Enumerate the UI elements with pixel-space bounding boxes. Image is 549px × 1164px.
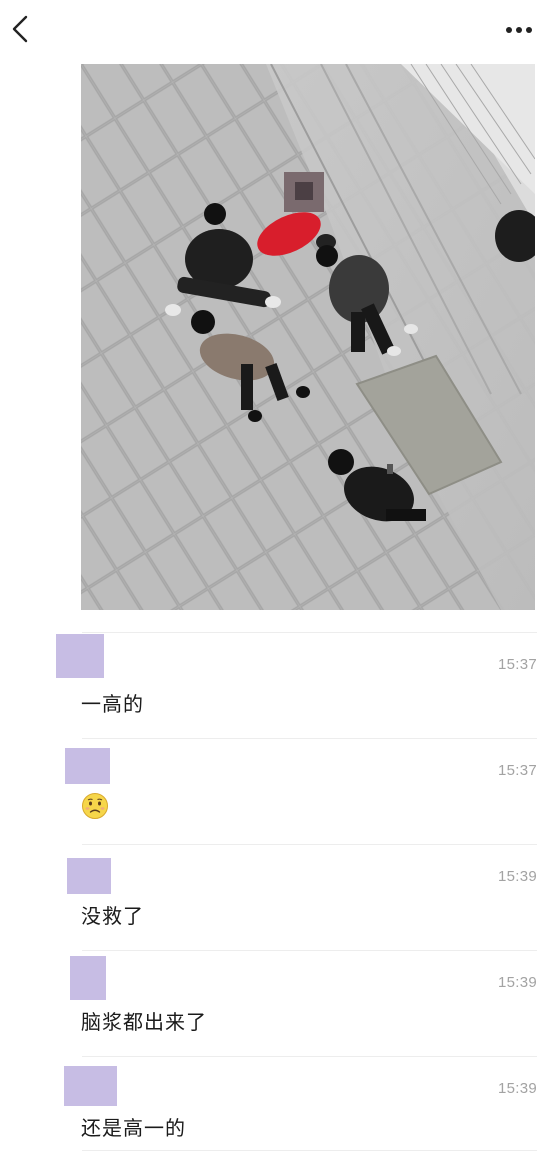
list-item: 15:37	[0, 738, 549, 844]
timestamp: 15:39	[497, 974, 537, 991]
chevron-left-icon[interactable]	[8, 14, 34, 44]
avatar[interactable]	[64, 1066, 117, 1106]
timestamp: 15:39	[497, 1080, 537, 1097]
divider	[82, 738, 537, 739]
avatar[interactable]	[70, 956, 106, 1000]
avatar[interactable]	[56, 634, 104, 678]
message-text: 脑浆都出来了	[81, 1010, 207, 1034]
avatar[interactable]	[65, 748, 110, 784]
message-text: 还是高一的	[81, 1116, 186, 1140]
list-item: 15:39 没救了	[0, 844, 549, 950]
message-text: 没救了	[81, 904, 144, 928]
divider	[82, 1150, 537, 1151]
divider	[82, 1056, 537, 1057]
list-item: 15:37 一高的	[0, 632, 549, 738]
top-bar	[0, 0, 549, 62]
more-dots-icon[interactable]	[500, 18, 540, 42]
timestamp: 15:37	[497, 762, 537, 779]
post-photo[interactable]	[81, 64, 535, 610]
divider	[82, 844, 537, 845]
timestamp: 15:39	[497, 868, 537, 885]
worried-face-emoji-icon	[82, 793, 108, 819]
timestamp: 15:37	[497, 656, 537, 673]
list-item: 15:39 脑浆都出来了	[0, 950, 549, 1056]
avatar[interactable]	[67, 858, 111, 894]
message-text: 一高的	[81, 692, 144, 716]
divider	[82, 950, 537, 951]
list-item: 15:39 还是高一的	[0, 1056, 549, 1162]
divider	[82, 632, 537, 633]
